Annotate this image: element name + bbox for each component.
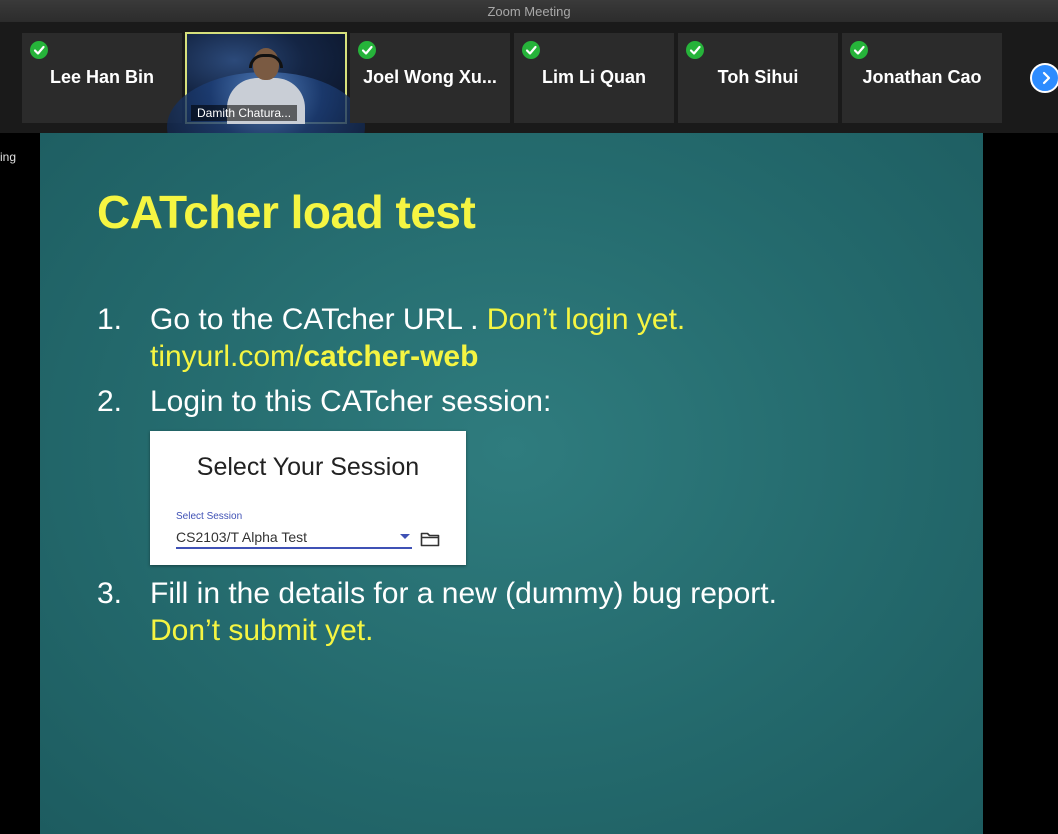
participant-tile[interactable]: Jonathan Cao [842, 33, 1002, 123]
session-card-title: Select Your Session [196, 453, 420, 481]
check-icon [358, 41, 376, 59]
check-icon [522, 41, 540, 59]
participant-strip: Lee Han Bin Damith Chatura... Joel Wong … [0, 23, 1058, 182]
list-highlight: Don’t login yet. [486, 303, 686, 336]
session-card: Select Your Session Select Session CS210… [150, 431, 466, 565]
list-item: 3. Fill in the details for a new (dummy) … [97, 575, 777, 649]
participant-tile[interactable]: Toh Sihui [678, 33, 838, 123]
window-title: Zoom Meeting [487, 4, 571, 19]
check-icon [30, 41, 48, 59]
session-select[interactable]: CS2103/T Alpha Test [176, 529, 412, 549]
participant-tile[interactable]: Lee Han Bin [22, 33, 182, 123]
list-item: 2. Login to this CATcher session: [97, 383, 551, 420]
list-text: Login to this CATcher session: [150, 385, 552, 418]
list-number: 2. [97, 385, 123, 418]
participant-name: Lim Li Quan [541, 67, 646, 87]
caret-down-icon [400, 534, 410, 539]
side-panel-text: ing [0, 150, 17, 164]
video-person-head [249, 48, 283, 80]
participant-name: Damith Chatura... [191, 105, 298, 121]
participant-name: Jonathan Cao [862, 67, 982, 87]
slide-title: CATcher load test [97, 186, 476, 238]
url-path: catcher-web [303, 340, 479, 373]
shared-screen-slide: CATcher load test 1. Go to the CATcher UR… [40, 133, 983, 834]
participant-tile[interactable]: Joel Wong Xu... [350, 33, 510, 123]
list-highlight: Don’t submit yet. [150, 614, 374, 647]
zoom-window: Zoom Meeting Lee Han Bin Damith Chatura.… [0, 0, 1058, 834]
check-icon [686, 41, 704, 59]
participant-name: Toh Sihui [717, 67, 799, 87]
participant-tile[interactable]: Lim Li Quan [514, 33, 674, 123]
next-page-button[interactable] [1030, 63, 1058, 93]
chevron-right-icon [1042, 71, 1051, 85]
folder-icon[interactable] [420, 531, 440, 547]
list-text: Go to the CATcher URL . [150, 303, 487, 336]
list-number: 3. [97, 577, 123, 610]
participant-name: Joel Wong Xu... [363, 67, 497, 87]
check-icon [850, 41, 868, 59]
title-bar: Zoom Meeting [0, 0, 1058, 23]
list-item: 1. Go to the CATcher URL . Don’t login ye… [97, 301, 685, 375]
list-text: Fill in the details for a new (dummy) bu… [150, 577, 777, 610]
participant-name: Lee Han Bin [49, 67, 155, 87]
url-prefix: tinyurl.com/ [150, 340, 304, 373]
participant-tile-video[interactable]: Damith Chatura... [167, 32, 365, 182]
select-session-label: Select Session [176, 511, 243, 522]
list-number: 1. [97, 303, 123, 336]
